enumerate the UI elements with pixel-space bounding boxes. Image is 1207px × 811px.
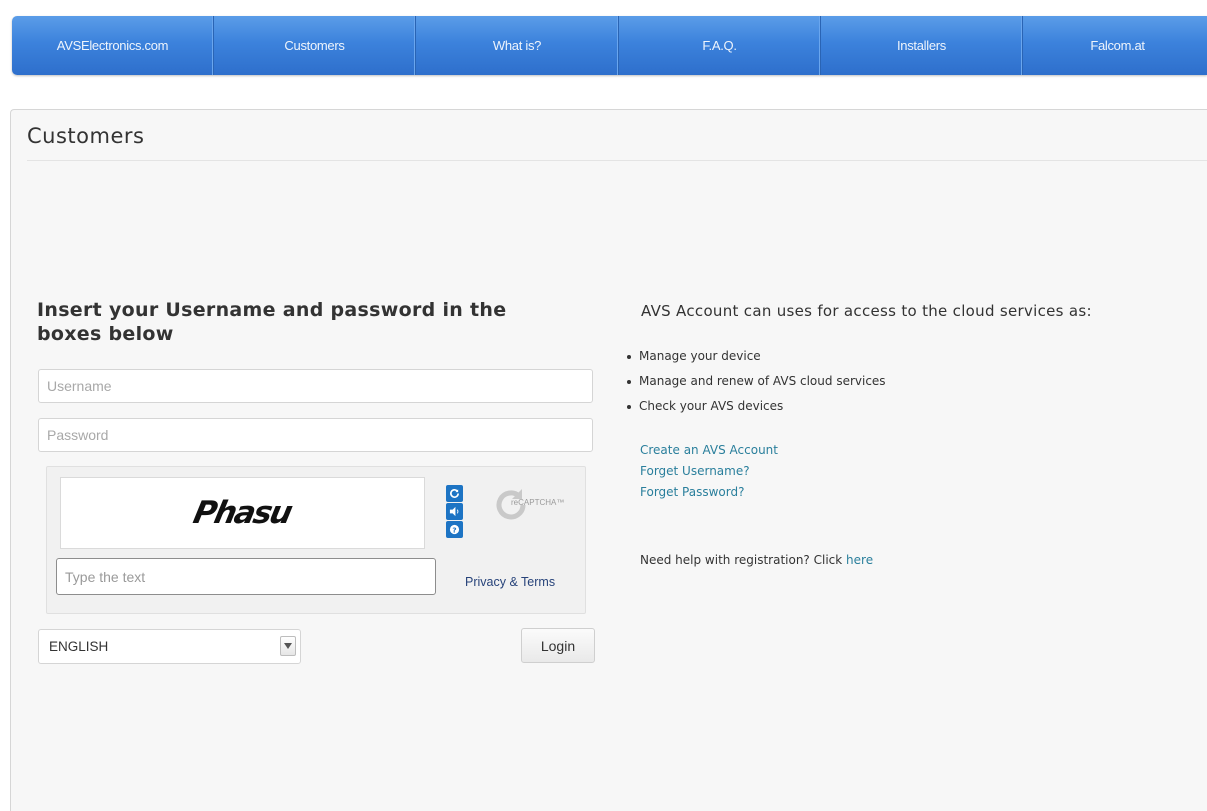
help-icon[interactable]: ? bbox=[446, 521, 463, 538]
main-panel: Customers Insert your Username and passw… bbox=[10, 109, 1207, 811]
info-heading: AVS Account can uses for access to the c… bbox=[641, 302, 1092, 320]
nav-item-what-is[interactable]: What is? bbox=[416, 16, 619, 75]
page-title: Customers bbox=[27, 124, 145, 148]
captcha-widget: Phasu ? reCAPTCHA™ Privacy & Terms bbox=[46, 466, 586, 614]
list-item-text: Manage your device bbox=[639, 349, 761, 363]
login-button[interactable]: Login bbox=[521, 628, 595, 663]
bullet-icon bbox=[627, 405, 631, 409]
list-item: Check your AVS devices bbox=[625, 398, 886, 423]
username-input[interactable] bbox=[38, 369, 593, 403]
captcha-input[interactable] bbox=[56, 558, 436, 595]
privacy-terms-link[interactable]: Privacy & Terms bbox=[465, 575, 555, 589]
recaptcha-logo-text: reCAPTCHA™ bbox=[511, 498, 565, 507]
login-heading: Insert your Username and password in the… bbox=[37, 299, 507, 345]
forget-username-link[interactable]: Forget Username? bbox=[640, 464, 750, 478]
top-nav: AVSElectronics.com Customers What is? F.… bbox=[12, 16, 1207, 75]
refresh-icon[interactable] bbox=[446, 485, 463, 502]
password-input[interactable] bbox=[38, 418, 593, 452]
audio-icon[interactable] bbox=[446, 503, 463, 520]
create-account-link[interactable]: Create an AVS Account bbox=[640, 443, 778, 457]
recaptcha-logo: reCAPTCHA™ bbox=[491, 485, 581, 525]
list-item-text: Manage and renew of AVS cloud services bbox=[639, 374, 886, 388]
language-select[interactable]: ENGLISH bbox=[38, 629, 301, 664]
registration-help: Need help with registration? Click here bbox=[640, 553, 873, 567]
forget-password-link[interactable]: Forget Password? bbox=[640, 485, 744, 499]
nav-item-falcom[interactable]: Falcom.at bbox=[1023, 16, 1207, 75]
nav-item-label: AVSElectronics.com bbox=[56, 38, 169, 53]
list-item: Manage and renew of AVS cloud services bbox=[625, 373, 886, 398]
list-item-text: Check your AVS devices bbox=[639, 399, 784, 413]
nav-item-label: Customers bbox=[284, 38, 345, 53]
nav-item-label: Falcom.at bbox=[1090, 38, 1145, 53]
services-list: Manage your device Manage and renew of A… bbox=[625, 348, 886, 423]
bullet-icon bbox=[627, 355, 631, 359]
svg-text:?: ? bbox=[452, 525, 456, 534]
captcha-image: Phasu bbox=[60, 477, 425, 549]
list-item: Manage your device bbox=[625, 348, 886, 373]
nav-item-faq[interactable]: F.A.Q. bbox=[619, 16, 821, 75]
registration-help-link[interactable]: here bbox=[846, 553, 873, 567]
nav-item-customers[interactable]: Customers bbox=[214, 16, 416, 75]
nav-item-label: Installers bbox=[896, 38, 947, 53]
nav-item-installers[interactable]: Installers bbox=[821, 16, 1023, 75]
title-divider bbox=[27, 160, 1207, 161]
nav-item-label: What is? bbox=[492, 38, 542, 53]
registration-help-text: Need help with registration? Click bbox=[640, 553, 843, 567]
nav-item-avselectronics[interactable]: AVSElectronics.com bbox=[12, 16, 214, 75]
language-select-value: ENGLISH bbox=[49, 639, 109, 654]
nav-item-label: F.A.Q. bbox=[702, 38, 737, 53]
bullet-icon bbox=[627, 380, 631, 384]
captcha-challenge-text: Phasu bbox=[190, 495, 295, 531]
chevron-down-icon[interactable] bbox=[280, 636, 296, 656]
